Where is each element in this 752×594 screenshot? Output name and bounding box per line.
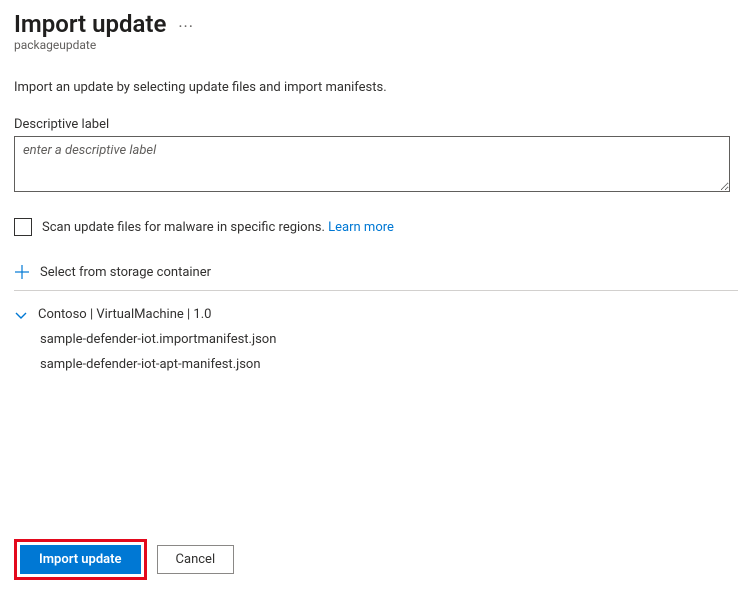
select-storage-label: Select from storage container [40, 265, 211, 280]
intro-text: Import an update by selecting update fil… [14, 80, 738, 95]
descriptive-input[interactable] [14, 136, 730, 192]
import-update-button[interactable]: Import update [20, 545, 141, 574]
update-group-toggle[interactable]: Contoso | VirtualMachine | 1.0 [14, 307, 738, 322]
cancel-button[interactable]: Cancel [157, 545, 235, 574]
page-title: Import update [14, 10, 166, 38]
file-list: sample-defender-iot.importmanifest.json … [40, 332, 738, 372]
update-group-title: Contoso | VirtualMachine | 1.0 [38, 307, 211, 322]
malware-scan-checkbox[interactable] [14, 218, 32, 236]
chevron-down-icon [14, 308, 28, 322]
more-icon[interactable]: ··· [178, 13, 194, 36]
malware-scan-label: Scan update files for malware in specifi… [42, 220, 394, 235]
malware-scan-text: Scan update files for malware in specifi… [42, 220, 328, 235]
select-storage-button[interactable]: Select from storage container [14, 264, 738, 291]
highlight-annotation: Import update [14, 539, 147, 580]
footer-actions: Import update Cancel [14, 539, 234, 580]
list-item: sample-defender-iot.importmanifest.json [40, 332, 738, 347]
plus-icon [14, 264, 30, 280]
list-item: sample-defender-iot-apt-manifest.json [40, 357, 738, 372]
resource-subtitle: packageupdate [14, 38, 738, 52]
descriptive-label: Descriptive label [14, 117, 738, 132]
learn-more-link[interactable]: Learn more [328, 220, 394, 235]
